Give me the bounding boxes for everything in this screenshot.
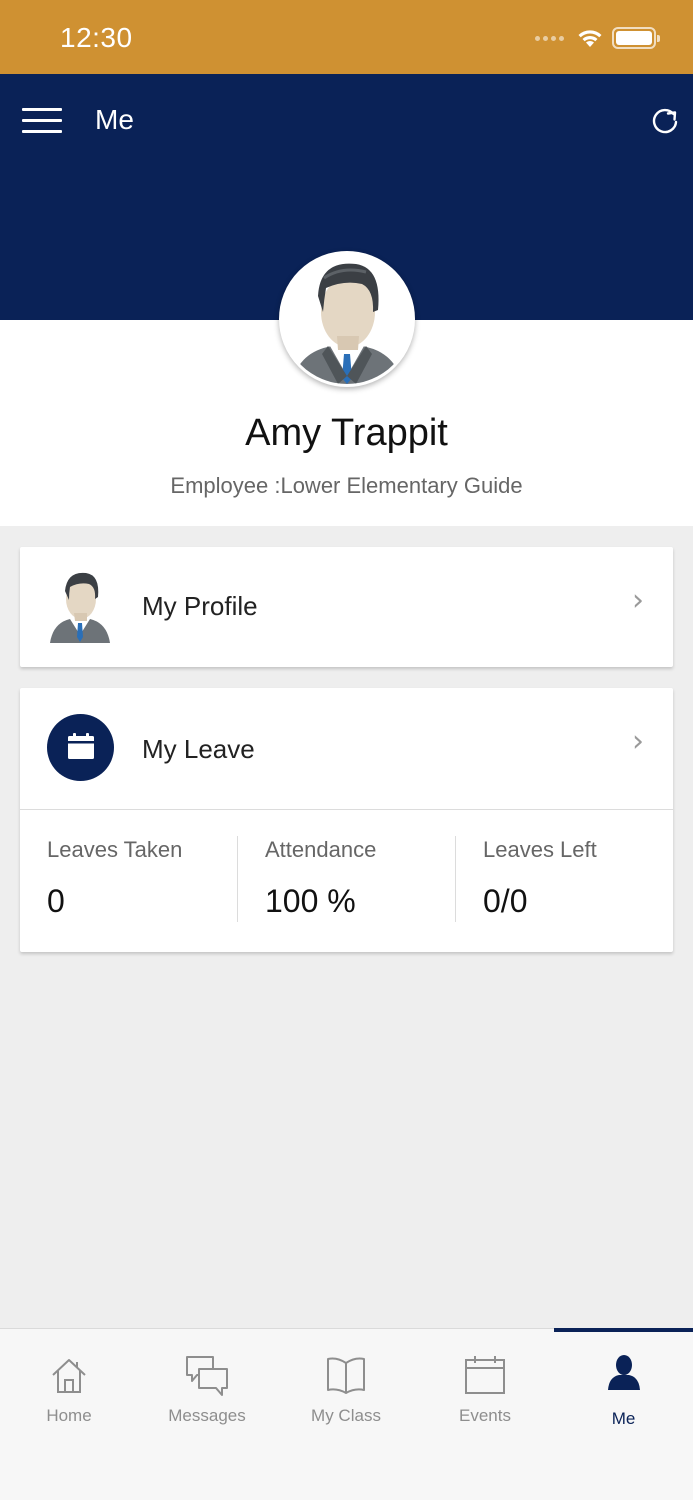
home-icon	[52, 1359, 86, 1393]
user-role: Employee :Lower Elementary Guide	[170, 473, 523, 498]
page-title: Me	[95, 104, 134, 135]
stat-value: 0/0	[483, 883, 528, 919]
stat-label: Leaves Taken	[47, 837, 183, 862]
chevron-right-icon: ›	[632, 724, 644, 759]
user-name: Amy Trappit	[245, 412, 448, 454]
avatar	[279, 251, 415, 387]
calendar-icon	[465, 1356, 505, 1394]
status-bar: 12:30	[0, 0, 693, 74]
status-time: 12:30	[60, 22, 133, 53]
person-icon	[607, 1355, 640, 1390]
calendar-icon	[47, 714, 114, 781]
tab-my-class[interactable]: My Class	[277, 1329, 415, 1449]
chevron-right-icon: ›	[632, 583, 644, 618]
tab-label: My Class	[311, 1406, 381, 1425]
messages-icon	[186, 1356, 228, 1396]
refresh-icon[interactable]	[648, 105, 682, 139]
stat-value: 0	[47, 883, 65, 919]
my-leave-label: My Leave	[142, 734, 255, 764]
my-profile-label: My Profile	[142, 591, 258, 621]
tab-label: Messages	[168, 1406, 246, 1425]
my-profile-card[interactable]: My Profile ›	[20, 547, 673, 667]
leaves-left-stat: Leaves Left 0/0	[456, 809, 673, 952]
leaves-taken-stat: Leaves Taken 0	[20, 809, 237, 952]
hamburger-menu-icon[interactable]	[22, 108, 62, 136]
my-leave-row[interactable]: My Leave ›	[20, 688, 673, 809]
profile-avatar-icon	[50, 572, 110, 643]
book-icon	[327, 1357, 365, 1394]
tab-home[interactable]: Home	[0, 1329, 138, 1449]
stat-label: Attendance	[265, 837, 377, 862]
battery-icon	[612, 27, 660, 49]
my-leave-card: My Leave › Leaves Taken 0 Attendance 100…	[20, 688, 673, 952]
tab-label: Home	[46, 1406, 92, 1425]
stat-label: Leaves Left	[483, 837, 597, 862]
tab-label: Events	[459, 1406, 511, 1425]
tab-label: Me	[611, 1409, 636, 1428]
tab-messages[interactable]: Messages	[138, 1329, 276, 1449]
tab-me[interactable]: Me	[554, 1329, 693, 1449]
stat-value: 100 %	[265, 883, 356, 919]
cellular-signal-icon	[535, 36, 564, 41]
attendance-stat: Attendance 100 %	[238, 809, 455, 952]
tab-events[interactable]: Events	[416, 1329, 554, 1449]
bottom-tab-bar: Home Messages My Class Events Me	[0, 1328, 693, 1500]
wifi-icon	[578, 30, 602, 47]
